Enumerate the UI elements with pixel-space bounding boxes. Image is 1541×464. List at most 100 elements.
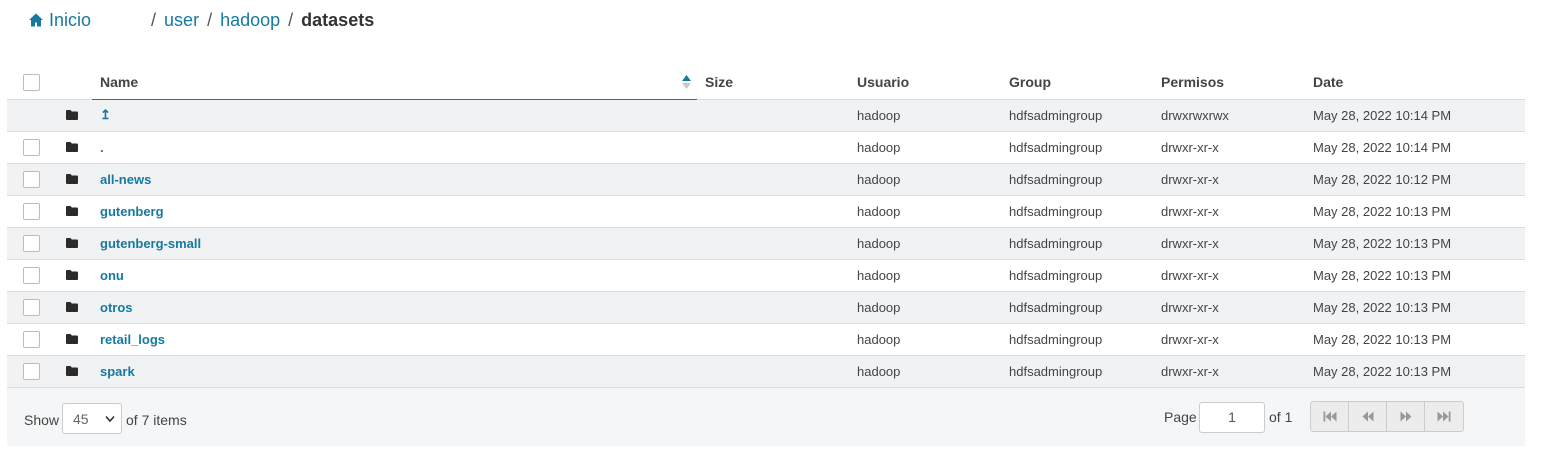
- table-row[interactable]: gutenberg hadoop hdfsadmingroup drwxr-xr-x M…: [7, 194, 1525, 227]
- file-name-link[interactable]: retail_logs: [100, 332, 165, 347]
- row-user: hadoop: [849, 98, 1001, 131]
- row-icon-cell: [63, 162, 92, 195]
- table-row[interactable]: . hadoop hdfsadmingroup drwxr-xr-x May 28, 2…: [7, 130, 1525, 163]
- row-user: hadoop: [849, 226, 1001, 259]
- row-checkbox[interactable]: [23, 298, 40, 316]
- file-name-link[interactable]: spark: [100, 364, 135, 379]
- row-user: hadoop: [849, 162, 1001, 195]
- table-row[interactable]: gutenberg-small hadoop hdfsadmingroup drwxr…: [7, 226, 1525, 259]
- select-all-checkbox[interactable]: [23, 74, 40, 92]
- row-date: May 28, 2022 10:13 PM: [1305, 354, 1525, 387]
- breadcrumb: Inicio / user / hadoop / datasets: [28, 8, 374, 32]
- row-date: May 28, 2022 10:12 PM: [1305, 162, 1525, 195]
- row-name-cell: retail_logs: [92, 322, 697, 355]
- breadcrumb-item-hadoop[interactable]: hadoop: [220, 10, 280, 31]
- row-permissions: drwxr-xr-x: [1153, 354, 1305, 387]
- row-date: May 28, 2022 10:14 PM: [1305, 98, 1525, 131]
- row-user: hadoop: [849, 194, 1001, 227]
- pager-buttons: [1310, 401, 1464, 432]
- table-row[interactable]: onu hadoop hdfsadmingroup drwxr-xr-x May 28,…: [7, 258, 1525, 291]
- table-header-row: Name Size Usuario Group Permisos Date: [7, 66, 1525, 100]
- row-checkbox[interactable]: [23, 330, 40, 348]
- previous-page-button[interactable]: [1349, 402, 1387, 431]
- row-group: hdfsadmingroup: [1001, 354, 1153, 387]
- row-icon-cell: [63, 258, 92, 291]
- breadcrumb-separator: /: [151, 9, 157, 30]
- breadcrumb-item-user[interactable]: user: [164, 10, 199, 31]
- row-checkbox[interactable]: [23, 234, 40, 252]
- column-header-date[interactable]: Date: [1305, 66, 1525, 99]
- row-user: hadoop: [849, 130, 1001, 163]
- row-user: hadoop: [849, 322, 1001, 355]
- folder-icon: [66, 142, 78, 152]
- row-icon-cell: [63, 130, 92, 163]
- next-page-button[interactable]: [1387, 402, 1425, 431]
- table-row[interactable]: retail_logs hadoop hdfsadmingroup drwxr-xr-…: [7, 322, 1525, 355]
- column-header-name[interactable]: Name: [92, 66, 697, 100]
- row-checkbox[interactable]: [23, 138, 40, 156]
- row-size: [697, 98, 849, 131]
- row-permissions: drwxrwxrwx: [1153, 98, 1305, 131]
- row-name-cell: .: [92, 130, 697, 163]
- file-name-link[interactable]: onu: [100, 268, 124, 283]
- file-name-link[interactable]: .: [100, 140, 104, 155]
- sort-arrows-icon: [682, 75, 691, 89]
- row-user: hadoop: [849, 354, 1001, 387]
- row-permissions: drwxr-xr-x: [1153, 130, 1305, 163]
- file-name-link[interactable]: all-news: [100, 172, 151, 187]
- row-date: May 28, 2022 10:13 PM: [1305, 322, 1525, 355]
- folder-icon: [66, 238, 78, 248]
- row-checkbox[interactable]: [23, 202, 40, 220]
- first-page-button[interactable]: [1311, 402, 1349, 431]
- column-header-group[interactable]: Group: [1001, 66, 1153, 99]
- row-size: [697, 258, 849, 291]
- file-name-link[interactable]: otros: [100, 300, 133, 315]
- table-row[interactable]: all-news hadoop hdfsadmingroup drwxr-xr-x Ma…: [7, 162, 1525, 195]
- file-name-link[interactable]: gutenberg: [100, 204, 164, 219]
- items-count-label: of 7 items: [126, 412, 187, 428]
- first-page-icon: [1323, 411, 1336, 422]
- folder-icon: [66, 366, 78, 376]
- table-row[interactable]: otros hadoop hdfsadmingroup drwxr-xr-x May 2…: [7, 290, 1525, 323]
- row-size: [697, 290, 849, 323]
- column-header-user[interactable]: Usuario: [849, 66, 1001, 99]
- row-group: hdfsadmingroup: [1001, 290, 1153, 323]
- row-size: [697, 226, 849, 259]
- page-size-select[interactable]: 45: [62, 403, 122, 434]
- table-row[interactable]: spark hadoop hdfsadmingroup drwxr-xr-x May 2…: [7, 354, 1525, 387]
- row-select-cell: [7, 130, 63, 163]
- row-select-cell: [7, 162, 63, 195]
- row-group: hdfsadmingroup: [1001, 98, 1153, 131]
- breadcrumb-separator: /: [288, 9, 294, 30]
- table-row[interactable]: ↥ hadoop hdfsadmingroup drwxrwxrwx May 28, 2…: [7, 98, 1525, 131]
- column-header-size[interactable]: Size: [697, 66, 849, 99]
- row-icon-cell: [63, 322, 92, 355]
- header-icon-cell: [63, 66, 92, 99]
- row-checkbox[interactable]: [23, 362, 40, 380]
- row-group: hdfsadmingroup: [1001, 162, 1153, 195]
- row-select-cell: [7, 194, 63, 227]
- row-group: hdfsadmingroup: [1001, 258, 1153, 291]
- row-checkbox[interactable]: [23, 170, 40, 188]
- folder-icon: [66, 302, 78, 312]
- row-icon-cell: [63, 226, 92, 259]
- column-header-permissions[interactable]: Permisos: [1153, 66, 1305, 99]
- row-user: hadoop: [849, 258, 1001, 291]
- previous-page-icon: [1362, 411, 1373, 422]
- file-table: Name Size Usuario Group Permisos Date ↥ h…: [7, 66, 1525, 388]
- row-permissions: drwxr-xr-x: [1153, 290, 1305, 323]
- row-icon-cell: [63, 354, 92, 387]
- row-checkbox[interactable]: [23, 266, 40, 284]
- row-name-cell: gutenberg: [92, 194, 697, 227]
- breadcrumb-home-link[interactable]: Inicio: [28, 10, 91, 31]
- row-size: [697, 194, 849, 227]
- row-group: hdfsadmingroup: [1001, 322, 1153, 355]
- column-header-name-label: Name: [100, 74, 139, 91]
- page-number-input[interactable]: 1: [1199, 402, 1265, 433]
- last-page-button[interactable]: [1425, 402, 1463, 431]
- home-icon: [29, 13, 43, 27]
- file-name-link[interactable]: gutenberg-small: [100, 236, 201, 251]
- row-permissions: drwxr-xr-x: [1153, 194, 1305, 227]
- file-name-link[interactable]: ↥: [100, 107, 111, 122]
- show-label: Show: [24, 412, 60, 428]
